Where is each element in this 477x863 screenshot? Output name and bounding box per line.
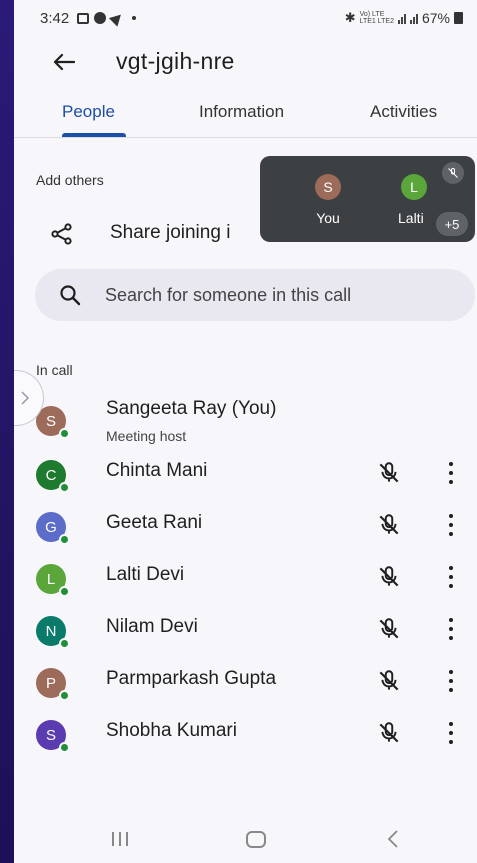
participant-row[interactable]: L Lalti Devi (14, 556, 477, 608)
chevron-right-icon (21, 391, 30, 405)
tab-activities[interactable]: Activities (370, 102, 437, 122)
bluetooth-icon: ✱ (344, 10, 356, 25)
arrow-left-icon (53, 53, 75, 71)
online-indicator (59, 534, 70, 545)
online-indicator (59, 690, 70, 701)
avatar: S (36, 720, 70, 753)
share-joining-info-label: Share joining i (110, 222, 231, 243)
online-indicator (59, 638, 70, 649)
participant-row[interactable]: S Sangeeta Ray (You) Meeting host (14, 396, 477, 448)
avatar-initial: S (45, 726, 56, 744)
nav-back-button[interactable] (386, 829, 400, 849)
battery-percent: 67% (421, 10, 450, 26)
participant-name: Sangeeta Ray (You) (106, 398, 277, 419)
more-participants-badge: +5 (436, 212, 468, 236)
more-options-button[interactable] (444, 566, 458, 588)
mic-off-icon (379, 514, 399, 535)
online-indicator (59, 586, 70, 597)
avatar-initial: N (45, 622, 57, 640)
avatar: S (315, 174, 341, 200)
more-notifications-icon (132, 16, 137, 20)
participant-role: Meeting host (106, 428, 187, 444)
gallery-notification-icon (77, 12, 90, 24)
pip-tile-lalti: L Lalti (398, 174, 442, 226)
home-button[interactable] (246, 831, 266, 848)
participant-row[interactable]: N Nilam Devi (14, 608, 477, 660)
search-bar[interactable] (35, 269, 475, 321)
signal-strength-icon (397, 13, 406, 24)
telegram-notification-icon (109, 9, 126, 27)
participant-name: Geeta Rani (106, 512, 203, 533)
more-options-button[interactable] (444, 670, 458, 692)
participant-row[interactable]: P Parmparkash Gupta (14, 660, 477, 712)
tab-bar: People Information Activities (14, 90, 477, 138)
mic-off-icon (379, 670, 399, 691)
online-indicator (59, 428, 70, 439)
in-call-heading: In call (36, 362, 73, 378)
meet-people-screen: 3:42 ✱ Vo) LTE LTE1 LTE2 67% vgt-jgih-nr… (14, 0, 477, 863)
mic-off-icon (379, 618, 399, 639)
search-input[interactable] (105, 269, 465, 321)
avatar: N (36, 616, 70, 649)
pip-tile-name: You (316, 210, 340, 226)
tab-information[interactable]: Information (199, 102, 284, 122)
recents-button[interactable] (112, 832, 128, 846)
participant-name: Chinta Mani (106, 460, 208, 481)
avatar: P (36, 668, 70, 701)
meeting-code-title: vgt-jgih-nre (116, 48, 235, 74)
participant-row[interactable]: C Chinta Mani (14, 452, 477, 504)
participant-name: Lalti Devi (106, 564, 185, 585)
online-indicator (59, 482, 70, 493)
participant-row[interactable]: G Geeta Rani (14, 504, 477, 556)
more-options-button[interactable] (444, 618, 458, 640)
top-app-bar: vgt-jgih-nre (14, 40, 477, 84)
avatar: G (36, 512, 70, 545)
avatar-initial: L (46, 570, 56, 588)
participant-name: Nilam Devi (106, 616, 198, 637)
online-indicator (59, 742, 70, 753)
network-type-top: Vo) LTE (359, 11, 385, 18)
share-icon (51, 223, 72, 245)
mic-off-icon (442, 162, 464, 184)
status-bar: 3:42 ✱ Vo) LTE LTE1 LTE2 67% (14, 0, 477, 36)
more-options-button[interactable] (444, 722, 458, 744)
network-type-bottom: LTE1 LTE2 (359, 18, 394, 25)
status-time: 3:42 (40, 9, 70, 27)
avatar-initial: G (45, 518, 57, 536)
participant-row[interactable]: S Shobha Kumari (14, 712, 477, 764)
back-button[interactable] (50, 48, 78, 76)
avatar-initial: P (45, 674, 56, 692)
avatar: C (36, 460, 70, 493)
avatar-initial: C (45, 466, 57, 484)
participant-name: Shobha Kumari (106, 720, 237, 741)
mic-off-icon (379, 722, 399, 743)
more-options-button[interactable] (444, 514, 458, 536)
floating-call-preview[interactable]: S You L Lalti +5 (260, 156, 475, 242)
messenger-notification-icon (94, 12, 107, 24)
mic-off-icon (379, 566, 399, 587)
active-tab-indicator (62, 133, 126, 137)
avatar: L (401, 174, 427, 200)
tab-people[interactable]: People (62, 102, 115, 122)
system-navigation-bar (14, 820, 477, 863)
participant-name: Parmparkash Gupta (106, 668, 277, 689)
pip-tile-you: S You (298, 174, 358, 226)
mic-off-icon (379, 462, 399, 483)
signal-strength-2-icon (409, 13, 418, 24)
battery-icon (454, 12, 463, 24)
add-others-heading: Add others (36, 172, 104, 188)
avatar-initial: S (45, 412, 56, 430)
avatar: L (36, 564, 70, 597)
search-icon (60, 285, 81, 306)
more-options-button[interactable] (444, 462, 458, 484)
